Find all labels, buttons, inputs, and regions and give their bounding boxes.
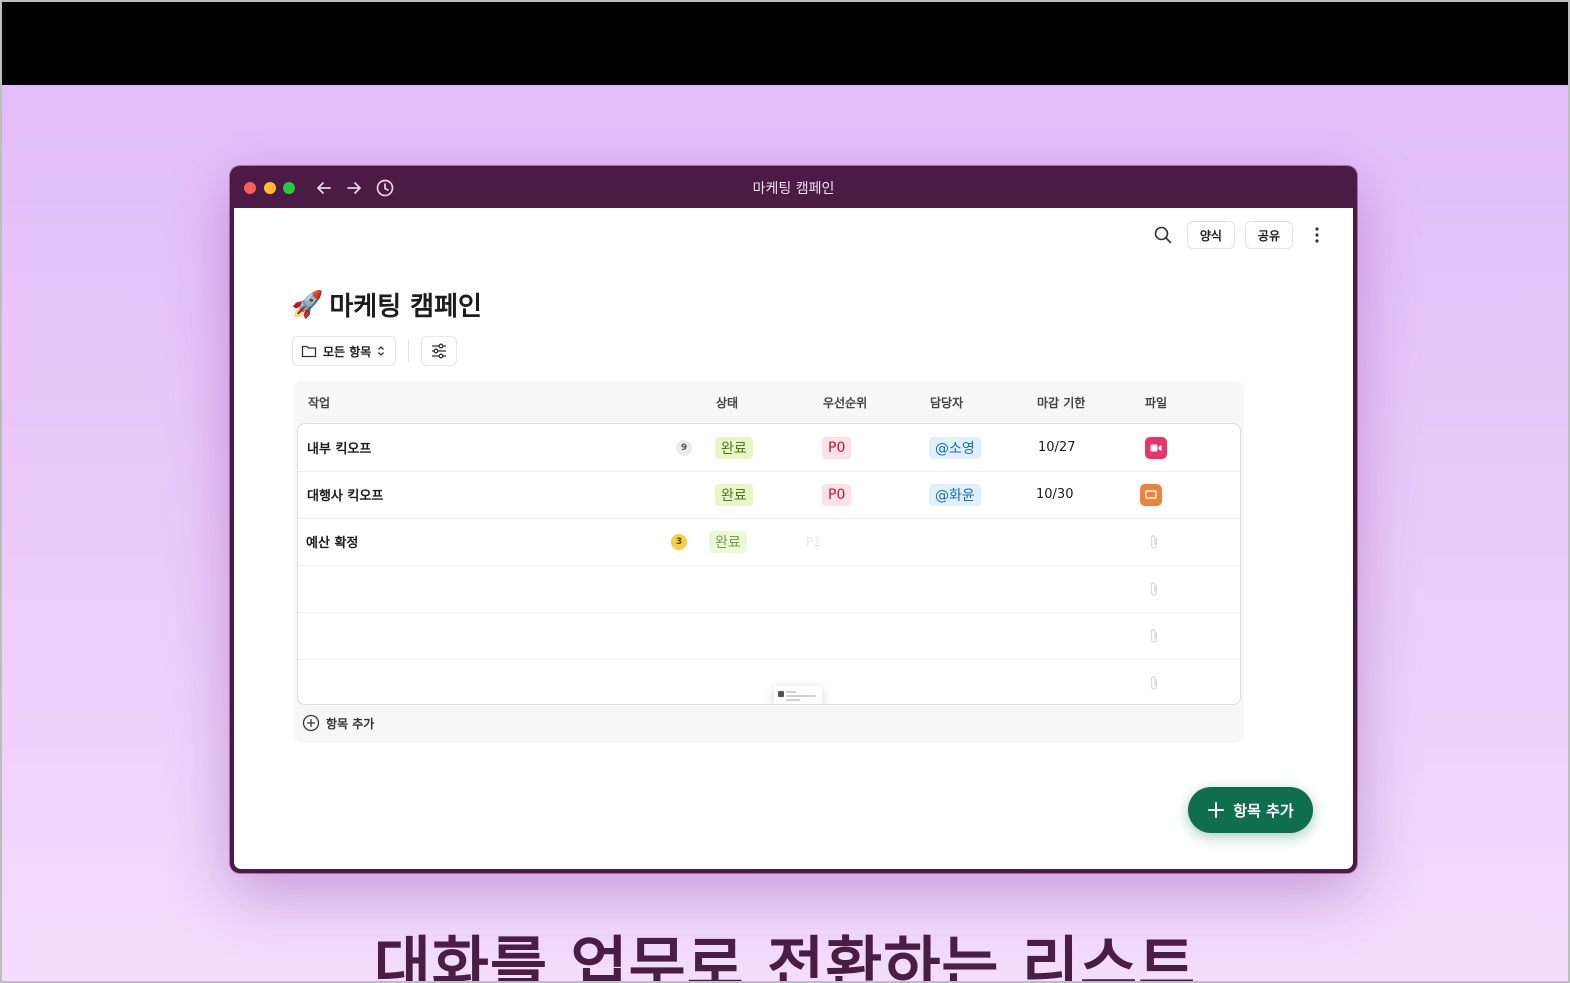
- title-bar: 마케팅 캠페인: [230, 166, 1357, 208]
- window-title: 마케팅 캠페인: [752, 181, 835, 197]
- app-window: 마케팅 캠페인 양식 공유 🚀 마케팅 캠페인 모든 항목 작업 상태 우선순위…: [230, 166, 1357, 873]
- add-item-row[interactable]: 항목 추가: [302, 714, 374, 732]
- due-date[interactable]: 10/27: [1038, 424, 1075, 471]
- more-options-icon[interactable]: [1303, 221, 1331, 249]
- paperclip-icon[interactable]: [1149, 659, 1159, 704]
- template-button[interactable]: 양식: [1186, 221, 1235, 249]
- priority-badge[interactable]: P0: [822, 483, 852, 506]
- promo-caption: 대화를 업무로 전환하는 리스트: [373, 929, 1197, 983]
- header-assignee[interactable]: 담당자: [930, 394, 963, 411]
- table-row[interactable]: 대행사 킥오프 완료 P0 @화윤 10/30: [298, 471, 1240, 519]
- comment-count-badge: 3: [671, 533, 687, 550]
- list-table: 작업 상태 우선순위 담당자 마감 기한 파일 내부 킥오프 9 완료 P0 @…: [294, 381, 1244, 743]
- assignee-mention[interactable]: @화윤: [929, 483, 981, 506]
- canvas-toolbar: 양식 공유: [1149, 220, 1331, 250]
- video-icon[interactable]: [1145, 436, 1167, 459]
- header-task[interactable]: 작업: [308, 394, 330, 411]
- list-canvas: 양식 공유 🚀 마케팅 캠페인 모든 항목 작업 상태 우선순위 담당자 마감 …: [234, 208, 1353, 869]
- table-body: 내부 킥오프 9 완료 P0 @소영 10/27 대행사 킥오프 완료 P0 @…: [297, 423, 1241, 705]
- filter-sliders-icon[interactable]: [421, 336, 458, 366]
- status-badge[interactable]: 완료: [709, 530, 747, 553]
- comment-count-badge: 9: [676, 439, 692, 456]
- add-item-fab-button[interactable]: 항목 추가: [1188, 787, 1313, 833]
- empty-row[interactable]: [298, 612, 1240, 660]
- paperclip-icon[interactable]: [1149, 518, 1159, 565]
- fab-label: 항목 추가: [1233, 801, 1294, 820]
- page-title-text: 마케팅 캠페인: [329, 292, 482, 322]
- divider: [408, 340, 410, 362]
- promo-stage: 마케팅 캠페인 양식 공유 🚀 마케팅 캠페인 모든 항목 작업 상태 우선순위…: [0, 85, 1570, 983]
- header-due[interactable]: 마감 기한: [1037, 394, 1085, 411]
- empty-row[interactable]: [298, 565, 1240, 613]
- priority-badge[interactable]: P0: [822, 436, 852, 459]
- page-title: 🚀 마케팅 캠페인: [291, 286, 482, 323]
- view-label: 모든 항목: [323, 344, 372, 359]
- priority-placeholder[interactable]: P1: [806, 518, 821, 565]
- task-cell[interactable]: 대행사 킥오프: [307, 471, 383, 518]
- status-badge[interactable]: 완료: [715, 483, 753, 506]
- folder-icon: [301, 345, 317, 358]
- search-icon[interactable]: [1149, 221, 1177, 249]
- share-button[interactable]: 공유: [1244, 221, 1293, 249]
- due-date[interactable]: 10/30: [1036, 471, 1073, 518]
- table-row[interactable]: 예산 확정 3 완료 P1: [298, 518, 1240, 566]
- empty-row[interactable]: [298, 659, 1240, 704]
- top-letterbox: [0, 0, 1570, 85]
- rocket-emoji-icon: 🚀: [291, 289, 324, 320]
- task-cell[interactable]: 예산 확정: [306, 518, 358, 565]
- dragged-message-preview[interactable]: [774, 686, 822, 704]
- header-file[interactable]: 파일: [1145, 394, 1167, 411]
- header-status[interactable]: 상태: [716, 394, 738, 411]
- plus-circle-icon: [302, 714, 320, 732]
- add-item-label: 항목 추가: [326, 716, 375, 731]
- paperclip-icon[interactable]: [1149, 612, 1159, 659]
- table-header: 작업 상태 우선순위 담당자 마감 기한 파일: [294, 381, 1244, 421]
- view-selector[interactable]: 모든 항목: [292, 336, 397, 366]
- plus-icon: [1208, 802, 1225, 818]
- status-badge[interactable]: 완료: [715, 436, 753, 459]
- assignee-mention[interactable]: @소영: [929, 436, 981, 459]
- paperclip-icon[interactable]: [1149, 565, 1159, 612]
- header-priority[interactable]: 우선순위: [823, 394, 867, 411]
- up-down-chevron-icon: [378, 346, 385, 356]
- slides-icon[interactable]: [1140, 483, 1162, 506]
- view-controls: 모든 항목: [292, 336, 458, 366]
- table-row[interactable]: 내부 킥오프 9 완료 P0 @소영 10/27: [298, 424, 1240, 472]
- task-cell[interactable]: 내부 킥오프: [307, 424, 371, 471]
